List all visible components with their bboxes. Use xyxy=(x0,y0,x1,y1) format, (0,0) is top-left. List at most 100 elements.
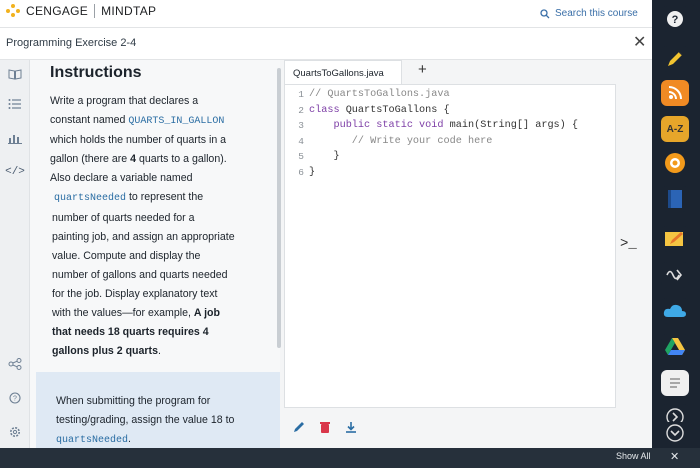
book-icon[interactable] xyxy=(661,186,689,212)
code-comment: // Write your code here xyxy=(351,135,493,147)
trash-icon[interactable] xyxy=(318,420,332,434)
notes-icon[interactable] xyxy=(661,370,689,396)
instructions-scrollbar[interactable] xyxy=(277,68,281,348)
line-number: 1 xyxy=(298,89,304,100)
drive-icon[interactable] xyxy=(661,334,689,360)
file-tab[interactable]: QuartsToGallons.java xyxy=(284,60,402,84)
show-all-button[interactable]: Show All xyxy=(616,451,651,461)
close-activity-button[interactable]: ✕ xyxy=(633,35,646,51)
line-number: 2 xyxy=(298,104,304,116)
instr-line: number of gallons and quarts needed xyxy=(52,268,228,281)
line-number: 5 xyxy=(298,151,304,162)
instr-text: . xyxy=(157,345,161,358)
instr-line: with the values—for example, A job xyxy=(50,304,270,323)
line-number: 4 xyxy=(298,135,304,147)
sound-wave-icon[interactable] xyxy=(661,262,689,288)
svg-text:?: ? xyxy=(672,14,679,26)
editor-tab-bar: QuartsToGallons.java + xyxy=(284,60,616,84)
line-number: 3 xyxy=(298,120,304,131)
instr-line: value. Compute and display the xyxy=(52,249,201,262)
close-downloads-button[interactable]: ✕ xyxy=(670,450,679,463)
code-line: } xyxy=(309,167,578,183)
variable-name-code: quartsNeeded xyxy=(54,193,127,205)
code-line: // QuartsToGallons.java xyxy=(309,89,578,105)
instr-text: quarts to a gallon). xyxy=(136,153,227,166)
rss-icon[interactable] xyxy=(661,80,689,106)
instr-bold: gallons plus 2 quarts xyxy=(52,345,158,358)
code-keyword: public static void xyxy=(333,120,444,131)
search-placeholder: Search this course xyxy=(555,8,638,19)
code-text-area[interactable]: 1 2 3 4 5 6 // QuartsToGallons.java class Quar… xyxy=(284,84,616,408)
share-icon[interactable] xyxy=(6,356,24,372)
instr-text: gallon (there are xyxy=(50,153,131,166)
instr-line: Also declare a variable named xyxy=(50,172,193,185)
download-icon[interactable] xyxy=(344,420,358,434)
instr-line: Write a program that declares a xyxy=(50,95,199,107)
instr-line: which holds the number of quarts in a xyxy=(50,134,227,147)
instructions-panel: Instructions Write a program that declar… xyxy=(30,60,281,448)
code-text: main(String[] args) { xyxy=(443,120,579,131)
help-circle-icon[interactable]: ? xyxy=(661,6,689,32)
code-line: } xyxy=(309,151,578,167)
bullseye-icon[interactable] xyxy=(661,150,689,176)
chart-icon[interactable] xyxy=(6,130,24,146)
instructions-text: Write a program that declares a constant… xyxy=(50,92,270,361)
code-line: // Write your code here xyxy=(309,136,578,152)
code-text: } xyxy=(333,151,340,162)
terminal-toggle[interactable]: >_ xyxy=(620,236,637,252)
line-number-gutter: 1 2 3 4 5 6 xyxy=(285,89,307,182)
cloud-icon[interactable] xyxy=(661,298,689,324)
editor-toolbar xyxy=(284,410,616,448)
instr-line: number of quarts needed for a xyxy=(52,211,195,224)
activity-header: Programming Exercise 2-4 ✕ xyxy=(0,28,652,60)
chevron-down-icon[interactable] xyxy=(661,422,689,444)
pencil-note-icon[interactable] xyxy=(661,226,689,252)
product-name: MINDTAP xyxy=(101,4,157,18)
add-file-button[interactable]: + xyxy=(418,61,427,78)
code-line: public static void main(String[] args) { xyxy=(309,120,578,136)
left-tool-rail: </> ? xyxy=(0,60,30,448)
note-line: quartsNeeded. xyxy=(56,430,266,448)
code-lines: // QuartsToGallons.java class QuartsToGal… xyxy=(309,89,578,182)
pencil-icon[interactable] xyxy=(292,420,306,434)
brand-name: CENGAGE xyxy=(26,4,89,18)
code-editor: QuartsToGallons.java + 1 2 3 4 5 6 // QuartsT… xyxy=(284,60,616,448)
instr-text: with the values—for example, xyxy=(52,307,194,320)
instr-bold: A job xyxy=(193,307,220,320)
note-text-end: . xyxy=(128,433,131,445)
code-icon[interactable]: </> xyxy=(5,164,25,180)
a-z-icon[interactable]: A-Z xyxy=(661,116,689,142)
instr-line: for the job. Display explanatory text xyxy=(52,287,218,300)
instr-line: painting job, and assign an appropriate xyxy=(52,230,235,243)
mindtap-window: CENGAGE MINDTAP Search this course Progr… xyxy=(0,0,652,448)
constant-name-code: QUARTS_IN_GALLON xyxy=(128,116,225,128)
settings-icon[interactable] xyxy=(6,424,24,440)
code-line: class QuartsToGallons { xyxy=(309,105,578,121)
svg-text:?: ? xyxy=(13,396,17,403)
list-icon[interactable] xyxy=(6,96,24,112)
cengage-logo-icon xyxy=(6,4,22,18)
pencil-icon[interactable] xyxy=(661,46,689,72)
terminal-toggle-strip: >_ xyxy=(616,60,652,448)
help-icon[interactable]: ? xyxy=(6,390,24,406)
instr-text: constant named xyxy=(50,114,129,127)
instr-line: that needs 18 quarts requires 4 xyxy=(52,326,209,339)
instr-text: to represent the xyxy=(126,191,204,204)
book-open-icon[interactable] xyxy=(6,66,24,82)
brand-divider xyxy=(94,4,96,18)
line-number: 6 xyxy=(298,166,304,178)
search-course[interactable]: Search this course xyxy=(540,8,638,19)
instructions-title: Instructions xyxy=(50,64,142,81)
variable-name-code: quartsNeeded xyxy=(56,435,129,446)
downloads-bar: Show All ✕ xyxy=(0,448,700,468)
search-icon xyxy=(540,8,550,18)
code-comment: // QuartsToGallons.java xyxy=(309,89,450,100)
instr-line: quartsNeeded to represent the xyxy=(50,188,270,208)
note-text: When submitting the program for testing/… xyxy=(56,392,266,448)
breadcrumb: Programming Exercise 2-4 xyxy=(6,37,137,49)
brand-logo[interactable]: CENGAGE MINDTAP xyxy=(6,4,156,18)
instr-line: gallon (there are 4 quarts to a gallon). xyxy=(50,150,270,169)
